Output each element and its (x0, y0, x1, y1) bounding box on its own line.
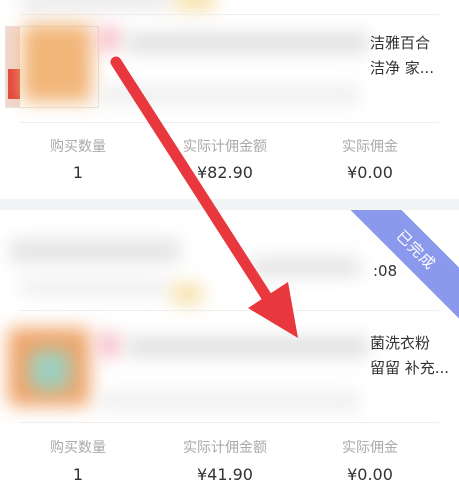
blurred-title (128, 34, 368, 52)
product-title-line2: 洁净 家... (370, 59, 435, 77)
stat-value-actual-commission: ¥0.00 (347, 465, 393, 484)
divider (20, 422, 439, 423)
thumbnail-red-sticker (8, 69, 20, 99)
blurred-shop-badge (172, 284, 202, 304)
stat-label-quantity: 购买数量 (50, 139, 106, 155)
blurred-order-id (20, 280, 170, 294)
blurred-order-time (250, 258, 360, 276)
stat-value-commission-amount: ¥82.90 (197, 163, 253, 182)
blurred-spec (100, 394, 360, 408)
stat-label-actual-commission: 实际佣金 (342, 440, 398, 456)
product-title-line2: 留留 补充... (370, 359, 450, 377)
blurred-shop-name (10, 240, 180, 262)
divider (20, 310, 439, 311)
blurred-header (20, 0, 170, 8)
stat-value-quantity: 1 (72, 465, 84, 484)
blurred-product-image-detail (30, 350, 70, 390)
divider (20, 14, 439, 15)
product-title-line1: 洁雅百合 (370, 34, 431, 52)
order-card-1[interactable]: 洁雅百合 洁净 家... 购买数量 实际计佣金额 实际佣金 1 ¥82.90 ¥… (0, 0, 459, 199)
stat-value-commission-amount: ¥41.90 (197, 465, 253, 484)
stat-label-quantity: 购买数量 (50, 440, 106, 456)
divider (20, 122, 439, 123)
blurred-tag (98, 334, 120, 356)
stat-label-commission-amount: 实际计佣金额 (183, 440, 267, 456)
order-time-fragment: :08 (373, 262, 398, 280)
blurred-spec (100, 88, 360, 102)
stat-label-actual-commission: 实际佣金 (342, 139, 398, 155)
status-badge-completed: 已完成 (343, 210, 459, 323)
blurred-title (128, 338, 368, 356)
blurred-shop-badge (175, 0, 215, 10)
blurred-product-image (22, 24, 92, 102)
order-card-2[interactable]: 已完成 :08 菌洗衣粉 留留 补充... 购买数量 实际计佣金额 实际佣金 1… (0, 210, 459, 498)
blurred-tag (98, 28, 120, 50)
stat-label-commission-amount: 实际计佣金额 (183, 139, 267, 155)
stat-value-quantity: 1 (72, 163, 84, 182)
product-title-line1: 菌洗衣粉 (370, 334, 431, 352)
stat-value-actual-commission: ¥0.00 (347, 163, 393, 182)
